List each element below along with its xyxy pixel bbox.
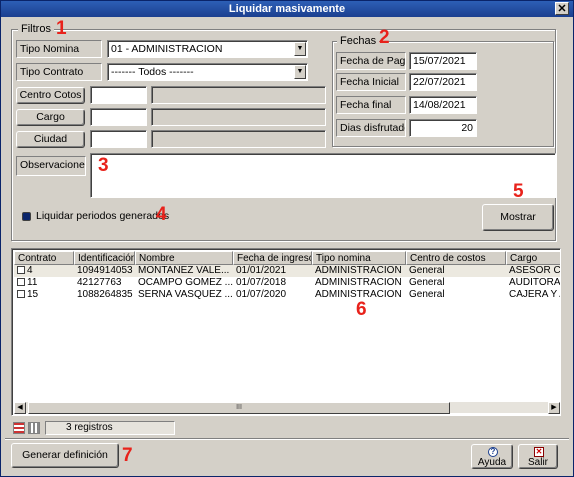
cell-cargo: AUDITORA C [509, 277, 560, 288]
column-header[interactable]: Fecha de ingreso [233, 251, 312, 265]
ciudad-desc-field [151, 130, 326, 148]
centro-costos-code-input[interactable] [90, 86, 147, 104]
cell-tipo-nomina: ADMINISTRACION [315, 277, 402, 288]
fecha-final-label: Fecha final [336, 96, 406, 114]
tipo-nomina-value: 01 - ADMINISTRACION [111, 43, 223, 55]
column-header[interactable]: Nombre [135, 251, 233, 265]
tipo-nomina-label: Tipo Nomina [16, 40, 102, 58]
centro-costos-button[interactable]: Centro Cotos [16, 87, 85, 104]
ayuda-label: Ayuda [477, 457, 507, 468]
tipo-contrato-select[interactable]: ------- Todos ------- ▼ [107, 63, 308, 81]
ciudad-code-input[interactable] [90, 130, 147, 148]
row-checkbox[interactable] [17, 290, 25, 298]
cell-fecha-ingreso: 01/07/2018 [236, 277, 287, 288]
annotation-5: 5 [513, 181, 524, 202]
salir-label: Salir [527, 457, 548, 468]
cell-nombre: MONTAÑEZ VALE... [138, 265, 230, 276]
cell-centro-costos: General [409, 265, 445, 276]
column-header[interactable]: Tipo nomina [312, 251, 406, 265]
fecha-pago-input[interactable]: 15/07/2021 [409, 52, 477, 70]
help-icon: ? [488, 447, 498, 457]
record-count: 3 registros [45, 421, 175, 435]
liquidar-label: Liquidar periodos generados [36, 210, 170, 222]
annotation-7: 7 [122, 445, 133, 466]
liquidar-checkbox[interactable] [22, 212, 31, 221]
observaciones-label: Observaciones [16, 156, 86, 176]
tipo-contrato-value: ------- Todos ------- [111, 66, 194, 78]
cell-nombre: SERNA VASQUEZ ... [138, 289, 233, 300]
column-header[interactable]: Centro de costos [406, 251, 506, 265]
dias-disfrutados-input[interactable]: 20 [409, 119, 477, 137]
cell-contrato: 11 [27, 277, 38, 288]
mostrar-button[interactable]: Mostrar [482, 204, 554, 231]
title-bar: Liquidar masivamente ✕ [1, 1, 573, 17]
fecha-inicial-input[interactable]: 22/07/2021 [409, 73, 477, 91]
grid-body: 4 1094914053 MONTAÑEZ VALE... 01/01/2021… [14, 265, 561, 301]
column-header[interactable]: Cargo [506, 251, 560, 265]
dias-disfrutados-label: Dias disfrutados [336, 119, 406, 137]
scroll-thumb[interactable]: III [28, 402, 450, 414]
annotation-4: 4 [156, 204, 167, 225]
cargo-desc-field [151, 108, 326, 126]
window-title: Liquidar masivamente [228, 3, 346, 15]
row-checkbox[interactable] [17, 266, 25, 274]
grid-header: Contrato Identificación Nombre Fecha de … [14, 251, 560, 265]
chevron-down-icon[interactable]: ▼ [294, 65, 306, 79]
tipo-contrato-label: Tipo Contrato [16, 63, 102, 81]
tipo-nomina-select[interactable]: 01 - ADMINISTRACION ▼ [107, 40, 308, 58]
cell-centro-costos: General [409, 289, 445, 300]
generar-definicion-button[interactable]: Generar definición [11, 443, 119, 468]
cell-contrato: 4 [27, 265, 33, 276]
scroll-right-icon[interactable]: ▶ [548, 402, 560, 414]
fecha-inicial-label: Fecha Inicial [336, 73, 406, 91]
observaciones-textarea[interactable] [90, 153, 556, 198]
annotation-1: 1 [56, 18, 67, 39]
annotation-6: 6 [356, 299, 367, 320]
fechas-legend: Fechas [337, 35, 380, 47]
cell-identificacion: 1088264835 [77, 289, 133, 300]
cargo-button[interactable]: Cargo [16, 109, 85, 126]
horizontal-scrollbar[interactable]: ◀ III ▶ [14, 401, 560, 414]
dialog-window: Liquidar masivamente ✕ Filtros Tipo Nomi… [0, 0, 574, 477]
cell-centro-costos: General [409, 277, 445, 288]
employees-grid[interactable]: Contrato Identificación Nombre Fecha de … [11, 248, 561, 416]
fecha-pago-label: Fecha de Pago [336, 52, 406, 70]
cell-fecha-ingreso: 01/01/2021 [236, 265, 287, 276]
table-row[interactable]: 11 42127763 OCAMPO GOMEZ ... 01/07/2018 … [14, 277, 560, 289]
column-header[interactable]: Contrato [14, 251, 74, 265]
cell-fecha-ingreso: 01/07/2020 [236, 289, 287, 300]
scroll-left-icon[interactable]: ◀ [14, 402, 26, 414]
filtros-legend: Filtros [18, 23, 54, 35]
fecha-final-input[interactable]: 14/08/2021 [409, 96, 477, 114]
exit-icon: ✕ [534, 447, 544, 457]
column-layout-icon[interactable] [28, 422, 40, 434]
grid-options-icon[interactable] [13, 422, 25, 434]
annotation-2: 2 [379, 27, 390, 48]
cargo-code-input[interactable] [90, 108, 147, 126]
salir-button[interactable]: ✕ Salir [518, 444, 558, 469]
ayuda-button[interactable]: ? Ayuda [471, 444, 513, 469]
cell-contrato: 15 [27, 289, 39, 300]
column-header[interactable]: Identificación [74, 251, 135, 265]
centro-costos-desc-field [151, 86, 326, 104]
footer-divider [5, 438, 569, 440]
chevron-down-icon[interactable]: ▼ [294, 42, 306, 56]
cell-tipo-nomina: ADMINISTRACION [315, 265, 402, 276]
cell-nombre: OCAMPO GOMEZ ... [138, 277, 233, 288]
ciudad-button[interactable]: Ciudad [16, 131, 85, 148]
close-icon[interactable]: ✕ [555, 2, 569, 15]
cell-cargo: CAJERA Y A [509, 289, 561, 300]
cell-identificacion: 1094914053 [77, 265, 133, 276]
cell-cargo: ASESOR CO [509, 265, 561, 276]
row-checkbox[interactable] [17, 278, 25, 286]
table-row[interactable]: 4 1094914053 MONTAÑEZ VALE... 01/01/2021… [14, 265, 561, 277]
annotation-3: 3 [98, 155, 109, 176]
cell-identificacion: 42127763 [77, 277, 122, 288]
table-row[interactable]: 15 1088264835 SERNA VASQUEZ ... 01/07/20… [14, 289, 561, 301]
